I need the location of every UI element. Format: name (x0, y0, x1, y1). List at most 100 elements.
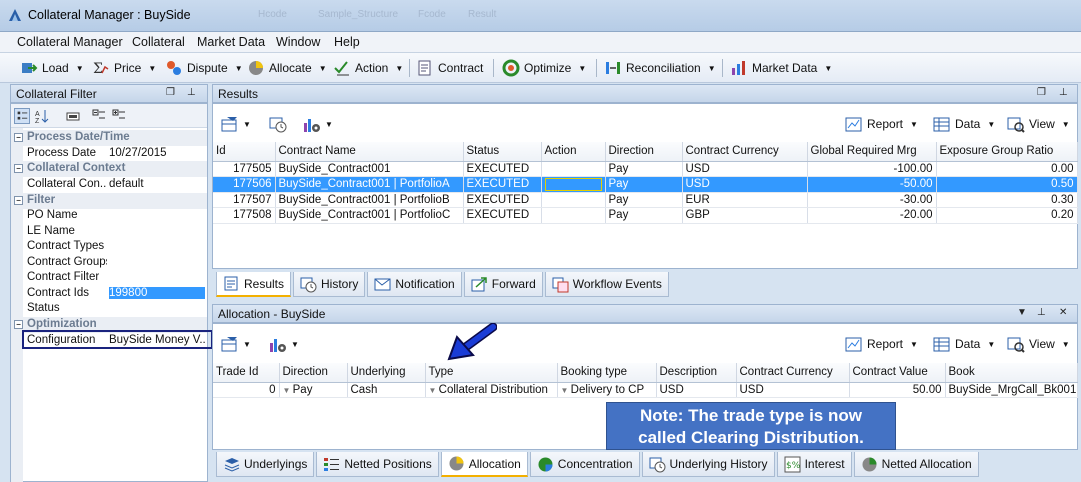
action-input[interactable] (544, 177, 602, 191)
collapse-icon[interactable]: − (14, 196, 23, 205)
contract-ids-input[interactable]: 199800 (109, 287, 205, 299)
col-direction[interactable]: Direction (279, 363, 348, 383)
col-contract-currency[interactable]: Contract Currency (736, 363, 850, 383)
tab-history[interactable]: History (293, 272, 366, 297)
pin-icon[interactable]: ⊥ (187, 87, 196, 98)
close-icon[interactable]: ✕ (1059, 307, 1067, 318)
prop-po-name[interactable]: PO Name (11, 208, 207, 224)
tab-forward[interactable]: Forward (463, 272, 543, 297)
table-row-selected[interactable]: 177506 BuySide_Contract001 | PortfolioA … (213, 176, 1078, 193)
menu-collateral-manager[interactable]: Collateral Manager (17, 35, 123, 49)
collapse-icon[interactable]: − (14, 320, 23, 329)
col-direction[interactable]: Direction (605, 142, 683, 162)
table-row[interactable]: 0 ▼ Pay Cash ▼ Collateral Distribution ▼… (213, 382, 1078, 398)
menu-window[interactable]: Window (276, 35, 320, 49)
prop-status[interactable]: Status (11, 301, 207, 317)
cell-action[interactable] (541, 192, 606, 208)
collapse-all-icon[interactable] (111, 108, 127, 124)
pin-icon[interactable]: ⊥ (1037, 307, 1046, 318)
col-booking-type[interactable]: Booking type (557, 363, 657, 383)
chevron-down-icon[interactable]: ▼ (243, 120, 251, 129)
tab-notification[interactable]: Notification (367, 272, 462, 297)
chevron-down-icon[interactable]: ▼ (148, 64, 156, 73)
chevron-down-icon[interactable]: ▼ (578, 64, 586, 73)
chevron-down-icon[interactable]: ▼ (824, 64, 832, 73)
col-exposure-group-ratio[interactable]: Exposure Group Ratio (936, 142, 1078, 162)
chevron-down-icon[interactable]: ▼ (76, 64, 84, 73)
collapse-icon[interactable]: − (14, 164, 23, 173)
dropdown-arrow-icon[interactable]: ▼ (561, 386, 571, 395)
load-button[interactable]: Load ▼ (20, 58, 84, 78)
chevron-down-icon[interactable]: ▼ (243, 340, 251, 349)
col-id[interactable]: Id (213, 142, 276, 162)
property-pages-icon[interactable] (65, 108, 81, 124)
tab-allocation[interactable]: Allocation (440, 452, 528, 477)
allocation-data-button[interactable]: Data ▼ (933, 333, 995, 355)
col-action[interactable]: Action (541, 142, 606, 162)
results-view-button[interactable]: View ▼ (1007, 113, 1070, 135)
allocate-button[interactable]: Allocate ▼ (247, 58, 327, 78)
chevron-down-icon[interactable]: ▼ (910, 340, 918, 349)
col-status[interactable]: Status (463, 142, 542, 162)
table-row[interactable]: 177505 BuySide_Contract001 EXECUTED Pay … (213, 161, 1078, 177)
results-settings-button[interactable]: ▼ (303, 113, 333, 135)
col-book[interactable]: Book (945, 363, 1078, 383)
cell-book[interactable]: BuySide_MrgCall_Bk001 (945, 382, 1078, 398)
col-global-required-mrg[interactable]: Global Required Mrg (807, 142, 937, 162)
chevron-down-icon[interactable]: ▼ (395, 64, 403, 73)
dropdown-arrow-icon[interactable]: ▼ (283, 386, 293, 395)
contract-button[interactable]: Contract (416, 58, 483, 78)
pin-icon[interactable]: ⊥ (1059, 87, 1068, 98)
chevron-down-icon[interactable]: ▼ (987, 340, 995, 349)
results-data-button[interactable]: Data ▼ (933, 113, 995, 135)
allocation-report-button[interactable]: Report ▼ (845, 333, 918, 355)
collapse-icon[interactable]: − (14, 133, 23, 142)
col-contract-currency[interactable]: Contract Currency (682, 142, 808, 162)
chevron-down-icon[interactable]: ▼ (325, 120, 333, 129)
categorized-icon[interactable] (14, 108, 30, 124)
tab-netted-positions[interactable]: Netted Positions (316, 452, 439, 477)
cell-action[interactable] (541, 176, 606, 193)
results-report-button[interactable]: Report ▼ (845, 113, 918, 135)
tab-netted-allocation[interactable]: Netted Allocation (853, 452, 979, 477)
category-process-date[interactable]: − Process Date/Time (11, 130, 207, 146)
cell-action[interactable] (541, 161, 606, 177)
dispute-button[interactable]: Dispute ▼ (165, 58, 243, 78)
tab-workflow-events[interactable]: Workflow Events (544, 272, 669, 297)
prop-contract-groups[interactable]: Contract Groups (11, 255, 207, 271)
price-button[interactable]: Σ Price ▼ (92, 58, 156, 78)
chevron-down-icon[interactable]: ▼ (708, 64, 716, 73)
results-filter-button[interactable]: ▼ (221, 113, 251, 135)
prop-value[interactable]: default (109, 178, 205, 190)
col-type[interactable]: Type (425, 363, 558, 383)
cell-action[interactable] (541, 207, 606, 224)
chevron-down-icon[interactable]: ▼ (1062, 120, 1070, 129)
tab-underlyings[interactable]: Underlyings (216, 452, 315, 477)
chevron-down-icon[interactable]: ▼ (910, 120, 918, 129)
allocation-filter-button[interactable]: ▼ (221, 333, 251, 355)
tab-interest[interactable]: $% Interest (776, 452, 852, 477)
table-row[interactable]: 177508 BuySide_Contract001 | PortfolioC … (213, 207, 1078, 224)
prop-collateral-context[interactable]: Collateral Con... default (11, 177, 207, 193)
category-collateral-context[interactable]: − Collateral Context (11, 161, 207, 177)
reconciliation-button[interactable]: Reconciliation ▼ (604, 58, 716, 78)
tab-concentration[interactable]: Concentration (529, 452, 640, 477)
allocation-settings-button[interactable]: ▼ (269, 333, 299, 355)
action-button[interactable]: Action ▼ (333, 58, 403, 78)
float-icon[interactable]: ❐ (1037, 87, 1046, 98)
chevron-down-icon[interactable]: ▼ (319, 64, 327, 73)
prop-le-name[interactable]: LE Name (11, 224, 207, 240)
menu-help[interactable]: Help (334, 35, 360, 49)
prop-contract-types[interactable]: Contract Types (11, 239, 207, 255)
cell-booking-type[interactable]: ▼ Delivery to CP (557, 382, 657, 398)
col-trade-id[interactable]: Trade Id (213, 363, 280, 383)
table-row[interactable]: 177507 BuySide_Contract001 | PortfolioB … (213, 192, 1078, 208)
menu-market-data[interactable]: Market Data (197, 35, 265, 49)
tab-underlying-history[interactable]: Underlying History (641, 452, 775, 477)
cell-direction[interactable]: ▼ Pay (279, 382, 348, 398)
tab-results[interactable]: Results (216, 272, 292, 297)
allocation-view-button[interactable]: View ▼ (1007, 333, 1070, 355)
dropdown-icon[interactable]: ▼ (1017, 307, 1027, 318)
menu-collateral[interactable]: Collateral (132, 35, 185, 49)
prop-process-date[interactable]: Process Date 10/27/2015 (11, 146, 207, 162)
